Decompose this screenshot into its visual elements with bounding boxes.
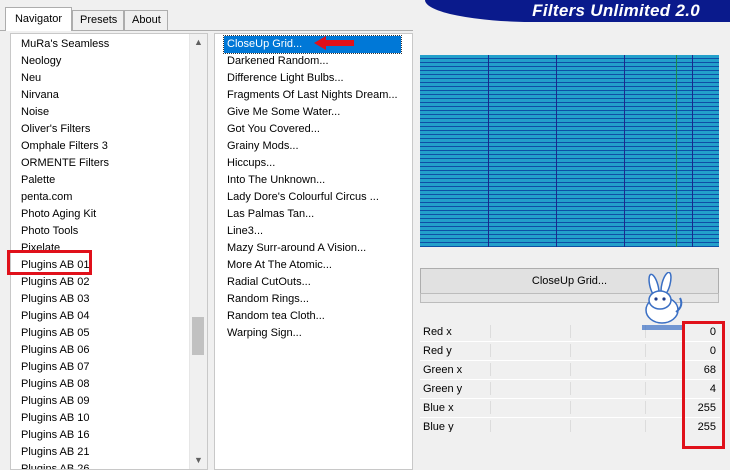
slider-tick <box>570 363 571 376</box>
filter-item[interactable]: Difference Light Bulbs... <box>224 70 401 87</box>
category-item[interactable]: ORMENTE Filters <box>18 155 112 172</box>
slider-tick <box>570 401 571 414</box>
category-item[interactable]: Photo Tools <box>18 223 112 240</box>
category-item[interactable]: Plugins AB 07 <box>18 359 112 376</box>
filter-list: CloseUp Grid... Darkened Random... Differe… <box>223 35 402 342</box>
category-item[interactable]: Noise <box>18 104 112 121</box>
filter-item[interactable]: Fragments Of Last Nights Dream... <box>224 87 401 104</box>
category-item[interactable]: Photo Aging Kit <box>18 206 112 223</box>
category-item[interactable]: Neology <box>18 53 112 70</box>
app-title: Filters Unlimited 2.0 <box>532 1 700 20</box>
annotation-box-values <box>682 321 725 449</box>
bottom-area <box>420 432 720 470</box>
slider-tick <box>645 382 646 395</box>
parameter-label: Blue x <box>423 402 454 414</box>
tab-about[interactable]: About <box>124 10 168 30</box>
preview-image <box>420 55 719 247</box>
slider-tick <box>570 382 571 395</box>
filter-item[interactable]: Give Me Some Water... <box>224 104 401 121</box>
parameter-slider[interactable] <box>420 361 720 378</box>
category-item[interactable]: Plugins AB 03 <box>18 291 112 308</box>
red-arrow-icon <box>314 36 354 50</box>
slider-tick <box>570 344 571 357</box>
filter-item[interactable]: Random Rings... <box>224 291 401 308</box>
category-item[interactable]: Plugins AB 05 <box>18 325 112 342</box>
filter-list-panel: CloseUp Grid... Darkened Random... Differe… <box>214 33 413 470</box>
category-item[interactable]: Neu <box>18 70 112 87</box>
slider-tick <box>490 382 491 395</box>
filter-item[interactable]: Into The Unknown... <box>224 172 401 189</box>
parameter-sliders: Red x 0 Red y 0 Green x 68 Green y 4 Blue x 255 Bl… <box>420 323 720 437</box>
category-item[interactable]: Plugins AB 21 <box>18 444 112 461</box>
filter-item[interactable]: Grainy Mods... <box>224 138 401 155</box>
filter-item[interactable]: Darkened Random... <box>224 53 401 70</box>
app-banner: Filters Unlimited 2.0 <box>425 0 730 22</box>
parameter-slider[interactable] <box>420 380 720 397</box>
parameter-label: Green x <box>423 364 463 376</box>
category-item[interactable]: Plugins AB 02 <box>18 274 112 291</box>
parameter-label: Red y <box>423 345 452 357</box>
category-item[interactable]: penta.com <box>18 189 112 206</box>
filter-item[interactable]: Warping Sign... <box>224 325 401 342</box>
slider-tick <box>490 325 491 338</box>
category-item[interactable]: Plugins AB 10 <box>18 410 112 427</box>
filter-item[interactable]: Radial CutOuts... <box>224 274 401 291</box>
slider-tick <box>490 401 491 414</box>
chevron-up-icon[interactable]: ▲ <box>190 34 207 51</box>
category-item[interactable]: Plugins AB 09 <box>18 393 112 410</box>
slider-tick <box>490 363 491 376</box>
tab-bar: Navigator Presets About <box>0 0 420 31</box>
category-item[interactable]: Nirvana <box>18 87 112 104</box>
slider-tick <box>490 344 491 357</box>
category-item[interactable]: Oliver's Filters <box>18 121 112 138</box>
category-item[interactable]: Palette <box>18 172 112 189</box>
scrollbar-thumb[interactable] <box>192 317 204 355</box>
parameter-label: Red x <box>423 326 452 338</box>
slider-tick <box>570 325 571 338</box>
filter-item[interactable]: Line3... <box>224 223 401 240</box>
bunny-mascot-icon <box>642 272 683 330</box>
filter-item[interactable]: Hiccups... <box>224 155 401 172</box>
filter-item[interactable]: Las Palmas Tan... <box>224 206 401 223</box>
filter-item[interactable]: Lady Dore's Colourful Circus ... <box>224 189 401 206</box>
filter-item[interactable]: Got You Covered... <box>224 121 401 138</box>
parameter-slider[interactable] <box>420 399 720 416</box>
parameter-row: Green y4 <box>420 380 720 399</box>
parameter-label: Green y <box>423 383 463 395</box>
category-item[interactable]: Plugins AB 16 <box>18 427 112 444</box>
filter-item[interactable]: Mazy Surr-around A Vision... <box>224 240 401 257</box>
category-item[interactable]: Plugins AB 08 <box>18 376 112 393</box>
annotation-box-category <box>7 250 92 275</box>
category-item[interactable]: Plugins AB 06 <box>18 342 112 359</box>
filter-item[interactable]: CloseUp Grid... <box>223 35 402 54</box>
parameter-row: Blue x 255 <box>420 399 720 418</box>
category-item[interactable]: Plugins AB 26 <box>18 461 112 469</box>
filter-item[interactable]: More At The Atomic... <box>224 257 401 274</box>
category-item[interactable]: Omphale Filters 3 <box>18 138 112 155</box>
filter-item[interactable]: Random tea Cloth... <box>224 308 401 325</box>
tab-presets[interactable]: Presets <box>72 10 124 30</box>
parameter-slider[interactable] <box>420 342 720 359</box>
slider-tick <box>645 363 646 376</box>
category-item[interactable]: Plugins AB 04 <box>18 308 112 325</box>
slider-tick <box>645 401 646 414</box>
chevron-down-icon[interactable]: ▼ <box>190 452 207 469</box>
category-scrollbar[interactable]: ▲ ▼ <box>189 34 207 469</box>
parameter-row: Green x 68 <box>420 361 720 380</box>
slider-tick <box>645 344 646 357</box>
category-item[interactable]: MuRa's Seamless <box>18 36 112 53</box>
parameter-row: Red y0 <box>420 342 720 361</box>
tab-navigator[interactable]: Navigator <box>5 7 72 31</box>
